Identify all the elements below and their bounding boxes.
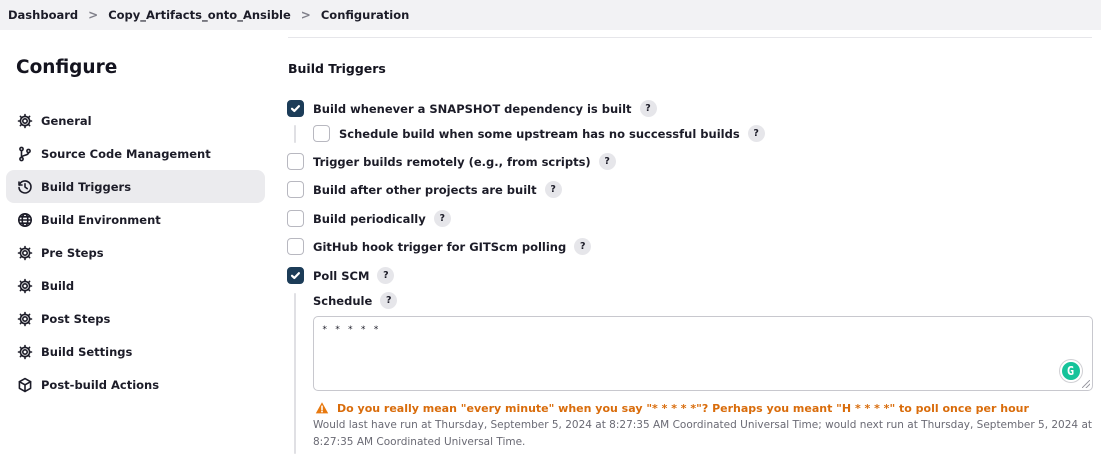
help-icon[interactable]: ? <box>639 100 657 117</box>
sidebar-item-post-build-actions[interactable]: Post-build Actions <box>6 368 265 401</box>
help-icon[interactable]: ? <box>544 181 562 198</box>
schedule-textarea[interactable]: * * * * * G <box>313 316 1093 391</box>
trigger-label[interactable]: Schedule build when some upstream has no… <box>339 127 740 141</box>
sidebar-item-label: General <box>41 113 92 128</box>
cube-icon <box>16 376 33 393</box>
schedule-info: Would last have run at Thursday, Septemb… <box>313 419 1092 448</box>
schedule-value: * * * * * <box>322 325 380 335</box>
help-icon[interactable]: ? <box>574 238 592 255</box>
gear-icon <box>16 310 33 327</box>
sidebar-item-label: Build Triggers <box>41 179 132 194</box>
after-other-checkbox[interactable] <box>287 181 304 198</box>
trigger-periodically: Build periodically ? <box>287 210 451 227</box>
help-icon[interactable]: ? <box>433 210 451 227</box>
trigger-label[interactable]: Build whenever a SNAPSHOT dependency is … <box>313 102 632 116</box>
breadcrumb-dashboard[interactable]: Dashboard <box>8 8 78 22</box>
sidebar-item-pre-steps[interactable]: Pre Steps <box>6 236 265 269</box>
sidebar-item-build-triggers[interactable]: Build Triggers <box>6 170 265 203</box>
sidebar-item-source-code-management[interactable]: Source Code Management <box>6 137 265 170</box>
sidebar-item-label: Source Code Management <box>41 146 211 161</box>
warning-icon <box>315 402 329 414</box>
trigger-after-other: Build after other projects are built ? <box>287 181 562 198</box>
sidebar-item-label: Pre Steps <box>41 245 104 260</box>
trigger-label[interactable]: Trigger builds remotely (e.g., from scri… <box>313 155 591 169</box>
help-icon[interactable]: ? <box>747 125 765 142</box>
periodically-checkbox[interactable] <box>287 210 304 227</box>
trigger-label[interactable]: Build periodically <box>313 212 426 226</box>
check-icon <box>290 105 300 113</box>
trigger-label[interactable]: Build after other projects are built <box>313 183 537 197</box>
chevron-right-icon: > <box>88 8 99 22</box>
schedule-label: Schedule <box>313 293 373 308</box>
upstream-failed-checkbox[interactable] <box>313 125 330 142</box>
trigger-label[interactable]: GitHub hook trigger for GITScm polling <box>313 240 566 254</box>
nested-indicator <box>294 293 296 454</box>
gear-icon <box>16 112 33 129</box>
sidebar-item-label: Post Steps <box>41 311 111 326</box>
help-icon[interactable]: ? <box>377 267 395 284</box>
sidebar-item-build-settings[interactable]: Build Settings <box>6 335 265 368</box>
sidebar-item-build-environment[interactable]: Build Environment <box>6 203 265 236</box>
check-icon <box>290 272 300 280</box>
trigger-upstream-failed: Schedule build when some upstream has no… <box>313 125 765 142</box>
sidebar-title: Configure <box>16 57 118 78</box>
sidebar-item-post-steps[interactable]: Post Steps <box>6 302 265 335</box>
grammarly-icon[interactable]: G <box>1060 360 1082 382</box>
sidebar-item-label: Post-build Actions <box>41 377 160 392</box>
trigger-remote: Trigger builds remotely (e.g., from scri… <box>287 153 616 170</box>
sidebar-item-label: Build Environment <box>41 212 161 227</box>
sidebar-item-build[interactable]: Build <box>6 269 265 302</box>
sidebar-item-label: Build <box>41 278 75 293</box>
gear-icon <box>16 244 33 261</box>
breadcrumb: Dashboard > Copy_Artifacts_onto_Ansible … <box>0 0 1101 30</box>
breadcrumb-configuration[interactable]: Configuration <box>321 8 409 22</box>
trigger-github-hook: GitHub hook trigger for GITScm polling ? <box>287 238 592 255</box>
gear-icon <box>16 277 33 294</box>
schedule-warning: Do you really mean "every minute" when y… <box>315 401 1029 415</box>
clock-icon <box>16 178 33 195</box>
warning-text: Do you really mean "every minute" when y… <box>337 401 1029 415</box>
trigger-snapshot: Build whenever a SNAPSHOT dependency is … <box>287 100 657 117</box>
snapshot-checkbox[interactable] <box>287 100 304 117</box>
resize-handle[interactable] <box>1082 380 1090 388</box>
section-divider <box>288 37 1092 38</box>
breadcrumb-job[interactable]: Copy_Artifacts_onto_Ansible <box>108 8 291 22</box>
trigger-label[interactable]: Poll SCM <box>313 269 369 283</box>
trigger-poll-scm: Poll SCM ? <box>287 267 395 284</box>
chevron-right-icon: > <box>300 8 311 22</box>
globe-icon <box>16 211 33 228</box>
section-title: Build Triggers <box>288 61 386 76</box>
poll-scm-checkbox[interactable] <box>287 267 304 284</box>
github-hook-checkbox[interactable] <box>287 238 304 255</box>
schedule-label-row: Schedule ? <box>313 292 398 309</box>
sidebar-item-general[interactable]: General <box>6 104 265 137</box>
help-icon[interactable]: ? <box>380 292 398 309</box>
remote-checkbox[interactable] <box>287 153 304 170</box>
help-icon[interactable]: ? <box>598 153 616 170</box>
sidebar-nav: General Source Code Management Build Tri… <box>6 104 265 401</box>
sidebar-item-label: Build Settings <box>41 344 133 359</box>
git-branch-icon <box>16 145 33 162</box>
gear-icon <box>16 343 33 360</box>
nested-indicator <box>294 125 296 143</box>
